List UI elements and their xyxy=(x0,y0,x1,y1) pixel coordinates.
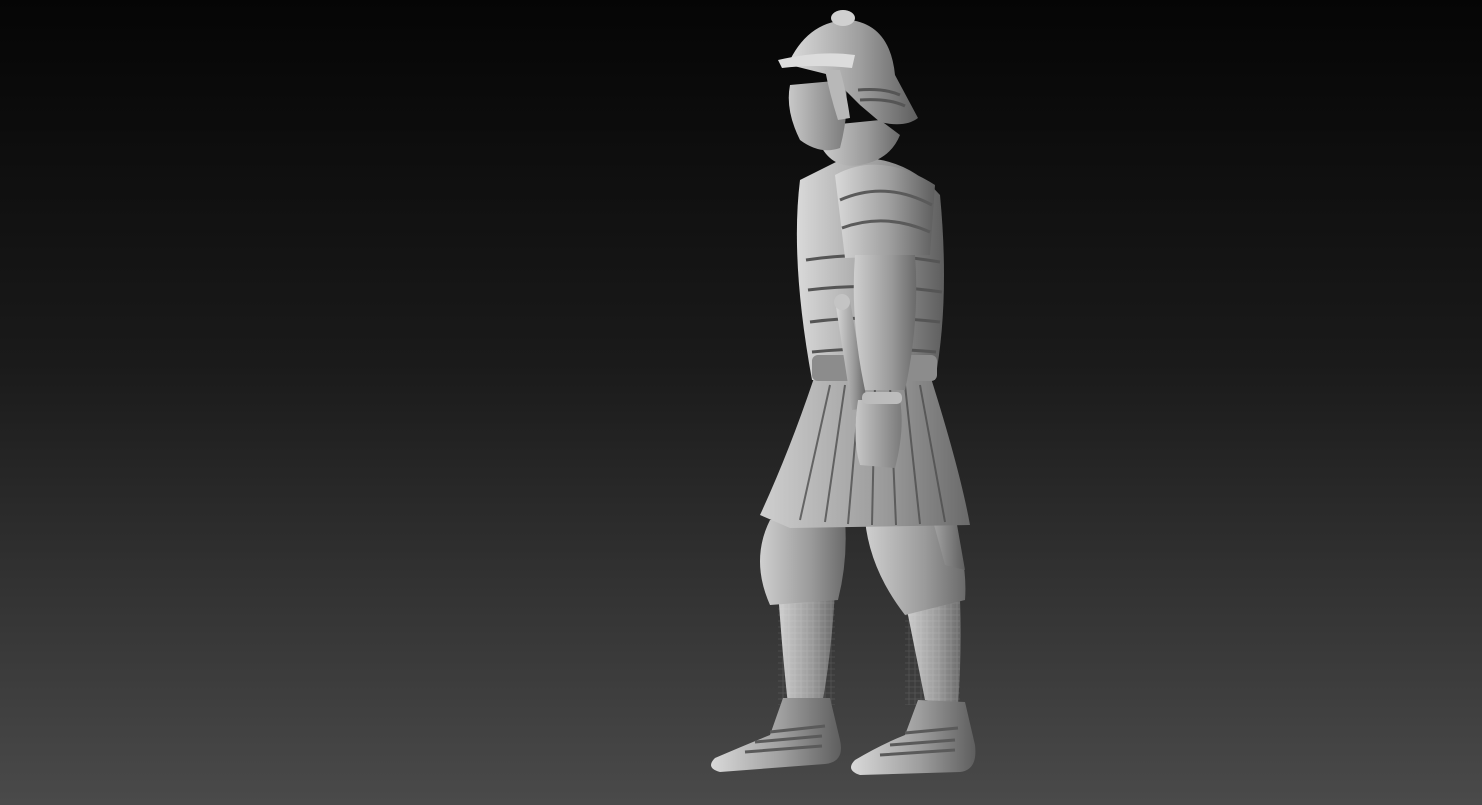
shoulder-plates xyxy=(835,164,935,258)
helmet-knob xyxy=(831,10,855,26)
hand xyxy=(855,400,902,468)
sculpt-render xyxy=(0,0,1482,805)
breeches-front xyxy=(760,520,846,605)
front-leg-knit xyxy=(778,590,835,705)
background xyxy=(0,0,1482,805)
arm xyxy=(853,255,917,390)
rear-leg-knit xyxy=(905,600,960,705)
wrist-band xyxy=(862,392,902,404)
render-viewport xyxy=(0,0,1482,805)
